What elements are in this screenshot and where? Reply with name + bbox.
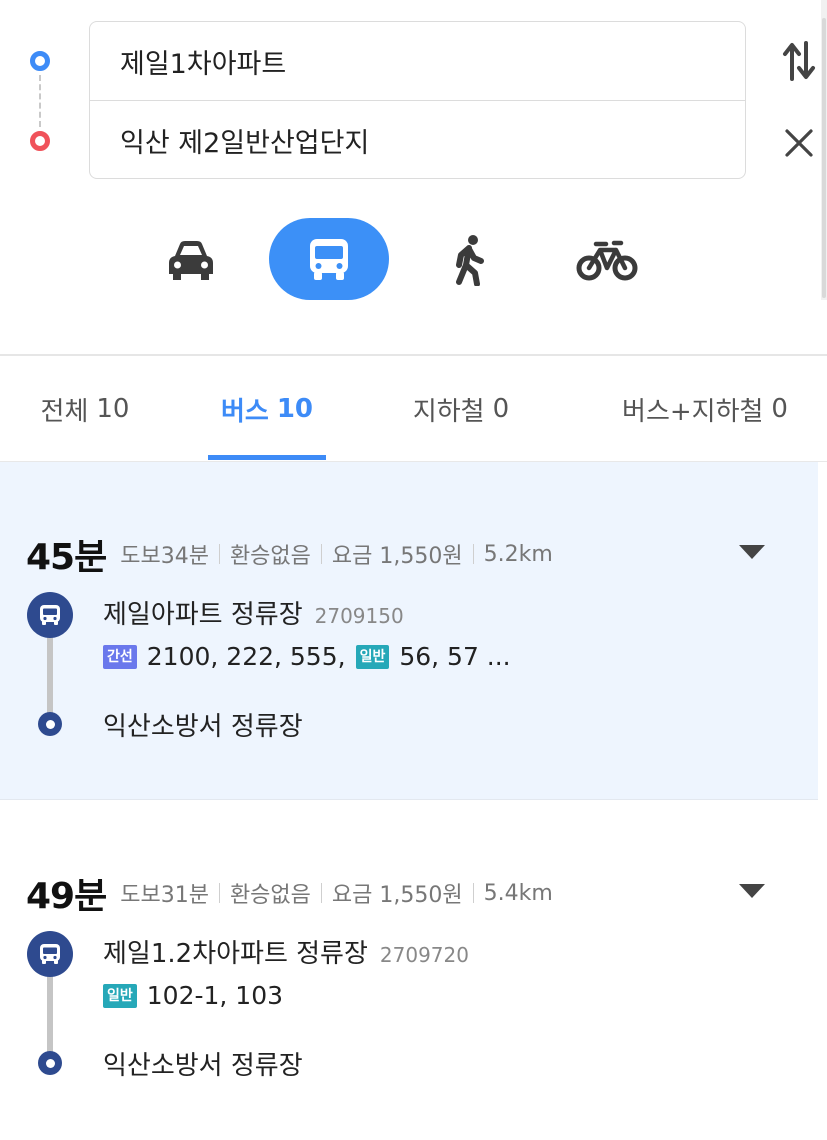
route-timeline-line: [47, 969, 53, 1061]
total-time: 45분: [26, 537, 107, 578]
board-stop-name: 제일아파트 정류장: [103, 600, 303, 630]
route-summary: 49분 도보31분 환승없음 요금 1,550원 5.4km: [26, 867, 553, 919]
scrollbar-thumb[interactable]: [822, 18, 826, 298]
tab-bus-count: 10: [276, 394, 314, 424]
fare: 요금 1,550원: [331, 544, 463, 569]
origin-marker-icon: [30, 51, 50, 71]
route-type-badge: 일반: [355, 644, 390, 669]
transfer-info: 환승없음: [229, 883, 311, 908]
board-stop-id: 2709720: [379, 943, 469, 967]
transfer-info: 환승없음: [229, 544, 311, 569]
bus-stop-marker: [27, 931, 73, 977]
expand-button[interactable]: [738, 542, 766, 562]
bus-lines: 간선 2100, 222, 555, 일반 56, 57 ...: [103, 642, 511, 671]
close-icon: [785, 129, 813, 157]
route-input-box: 제일1차아파트 익산 제2일반산업단지: [89, 21, 746, 179]
destination-marker-icon: [30, 131, 50, 151]
board-stop-name: 제일1.2차아파트 정류장: [103, 939, 368, 969]
tab-subway[interactable]: 지하철 0: [388, 356, 534, 462]
origin-input[interactable]: 제일1차아파트: [90, 22, 745, 101]
tab-all[interactable]: 전체 10: [0, 356, 170, 462]
mode-bike-button[interactable]: [566, 220, 648, 300]
alight-stop-name: 익산소방서 정류장: [103, 1051, 303, 1081]
divider: [218, 883, 220, 903]
bus-lines: 일반 102-1, 103: [103, 981, 283, 1010]
tab-bus-subway[interactable]: 버스+지하철 0: [600, 356, 810, 462]
board-stop-id: 2709150: [314, 604, 404, 628]
transit-type-tabs: 전체 10 버스 10 지하철 0 버스+지하철 0: [0, 354, 827, 462]
bus-icon: [310, 239, 348, 280]
alight-stop-marker: [38, 1051, 62, 1075]
alight-stop-marker: [38, 712, 62, 736]
swap-button[interactable]: [778, 36, 820, 86]
tab-bus-label: 버스: [220, 396, 269, 427]
bus-line-numbers: 102-1, 103: [146, 981, 284, 1010]
mode-car-button[interactable]: [150, 220, 232, 300]
tab-all-count: 10: [96, 394, 130, 424]
caret-down-icon: [739, 884, 765, 898]
divider: [320, 883, 322, 903]
tab-bus-subway-label: 버스+지하철: [622, 396, 764, 427]
bus-icon: [40, 605, 60, 625]
car-icon: [169, 241, 213, 280]
tab-subway-count: 0: [492, 394, 510, 424]
walk-time: 도보31분: [120, 883, 209, 908]
bus-line-numbers: 2100, 222, 555,: [146, 642, 346, 671]
swap-icon: [783, 41, 815, 81]
clear-button[interactable]: [778, 120, 820, 166]
tab-all-label: 전체: [40, 396, 89, 427]
route-type-badge: 일반: [103, 983, 137, 1008]
divider: [472, 544, 474, 564]
active-tab-indicator: [208, 455, 326, 460]
expand-button[interactable]: [738, 881, 766, 901]
walk-time: 도보34분: [120, 544, 209, 569]
board-stop[interactable]: 제일아파트 정류장 2709150: [103, 594, 404, 631]
route-connector-line: [39, 75, 41, 127]
bike-icon: [576, 240, 638, 281]
fare: 요금 1,550원: [331, 883, 463, 908]
bus-icon: [40, 944, 60, 964]
route-summary: 45분 도보34분 환승없음 요금 1,550원 5.2km: [26, 528, 553, 580]
route-type-badge: 간선: [103, 644, 137, 669]
route-card[interactable]: 49분 도보31분 환승없음 요금 1,550원 5.4km 제일1.2차아파트…: [0, 801, 818, 1140]
caret-down-icon: [739, 545, 765, 559]
divider: [218, 544, 220, 564]
divider: [320, 544, 322, 564]
distance: 5.4km: [483, 880, 553, 906]
route-card[interactable]: 45분 도보34분 환승없음 요금 1,550원 5.2km 제일아파트 정류장…: [0, 462, 818, 800]
mode-bus-button[interactable]: [269, 218, 389, 300]
walk-icon: [456, 235, 484, 286]
total-time: 49분: [26, 876, 107, 917]
route-timeline-line: [47, 630, 53, 722]
destination-input[interactable]: 익산 제2일반산업단지: [90, 101, 745, 180]
divider: [472, 883, 474, 903]
bus-line-numbers: 56, 57 ...: [399, 642, 511, 671]
distance: 5.2km: [483, 541, 553, 567]
mode-walk-button[interactable]: [428, 220, 510, 300]
tab-bus-subway-count: 0: [771, 394, 788, 424]
board-stop[interactable]: 제일1.2차아파트 정류장 2709720: [103, 933, 469, 970]
alight-stop-name: 익산소방서 정류장: [103, 712, 303, 742]
bus-stop-marker: [27, 592, 73, 638]
route-search-panel: 제일1차아파트 익산 제2일반산업단지: [0, 0, 827, 354]
tab-subway-label: 지하철: [412, 396, 485, 427]
tab-bus[interactable]: 버스 10: [208, 356, 326, 462]
